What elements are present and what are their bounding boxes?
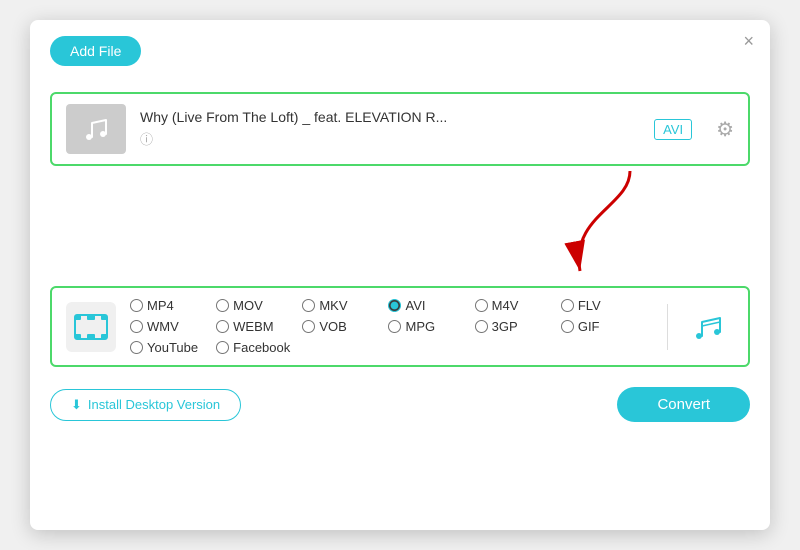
format-label-3gp: 3GP [492, 319, 518, 334]
format-option-avi[interactable]: AVI [388, 298, 474, 313]
gear-icon[interactable]: ⚙ [716, 117, 734, 142]
format-option-mp4[interactable]: MP4 [130, 298, 216, 313]
format-label-youtube: YouTube [147, 340, 198, 355]
format-option-mov[interactable]: MOV [216, 298, 302, 313]
format-divider [667, 304, 668, 350]
format-option-mpg[interactable]: MPG [388, 319, 474, 334]
format-label-m4v: M4V [492, 298, 519, 313]
arrow-area [50, 166, 750, 286]
format-label-vob: VOB [319, 319, 346, 334]
install-desktop-button[interactable]: ⬇ Install Desktop Version [50, 389, 241, 421]
format-badge[interactable]: AVI [654, 119, 692, 140]
audio-icon-box[interactable] [688, 304, 734, 350]
format-label-flv: FLV [578, 298, 601, 313]
download-icon: ⬇ [71, 397, 82, 413]
format-icon-box [66, 302, 116, 352]
film-icon [73, 309, 109, 345]
file-row: Why (Live From The Loft) _ feat. ELEVATI… [50, 92, 750, 166]
format-label-mp4: MP4 [147, 298, 174, 313]
red-arrow [550, 166, 670, 286]
format-grid: MP4 MOV MKV AVI M4V FLV [130, 298, 647, 355]
install-label: Install Desktop Version [88, 397, 220, 412]
main-dialog: × Add File Why (Live From The Loft) _ fe… [30, 20, 770, 530]
music-note-icon [80, 113, 112, 145]
add-file-button[interactable]: Add File [50, 36, 141, 66]
close-button[interactable]: × [743, 32, 754, 50]
format-option-3gp[interactable]: 3GP [475, 319, 561, 334]
format-label-mov: MOV [233, 298, 263, 313]
format-option-mkv[interactable]: MKV [302, 298, 388, 313]
format-option-gif[interactable]: GIF [561, 319, 647, 334]
format-label-avi: AVI [405, 298, 425, 313]
bottom-bar: ⬇ Install Desktop Version Convert [50, 387, 750, 422]
format-label-gif: GIF [578, 319, 600, 334]
info-icon[interactable]: ⓘ [140, 132, 153, 147]
format-option-wmv[interactable]: WMV [130, 319, 216, 334]
file-title: Why (Live From The Loft) _ feat. ELEVATI… [140, 109, 640, 125]
format-label-facebook: Facebook [233, 340, 290, 355]
format-option-facebook[interactable]: Facebook [216, 340, 302, 355]
audio-icon [694, 310, 728, 344]
format-option-m4v[interactable]: M4V [475, 298, 561, 313]
file-thumbnail [66, 104, 126, 154]
format-option-flv[interactable]: FLV [561, 298, 647, 313]
file-info: Why (Live From The Loft) _ feat. ELEVATI… [140, 109, 640, 149]
format-row: MP4 MOV MKV AVI M4V FLV [50, 286, 750, 367]
format-label-webm: WEBM [233, 319, 273, 334]
format-label-wmv: WMV [147, 319, 179, 334]
format-label-mpg: MPG [405, 319, 435, 334]
format-option-vob[interactable]: VOB [302, 319, 388, 334]
format-option-webm[interactable]: WEBM [216, 319, 302, 334]
format-label-mkv: MKV [319, 298, 347, 313]
format-option-youtube[interactable]: YouTube [130, 340, 216, 355]
convert-button[interactable]: Convert [617, 387, 750, 422]
